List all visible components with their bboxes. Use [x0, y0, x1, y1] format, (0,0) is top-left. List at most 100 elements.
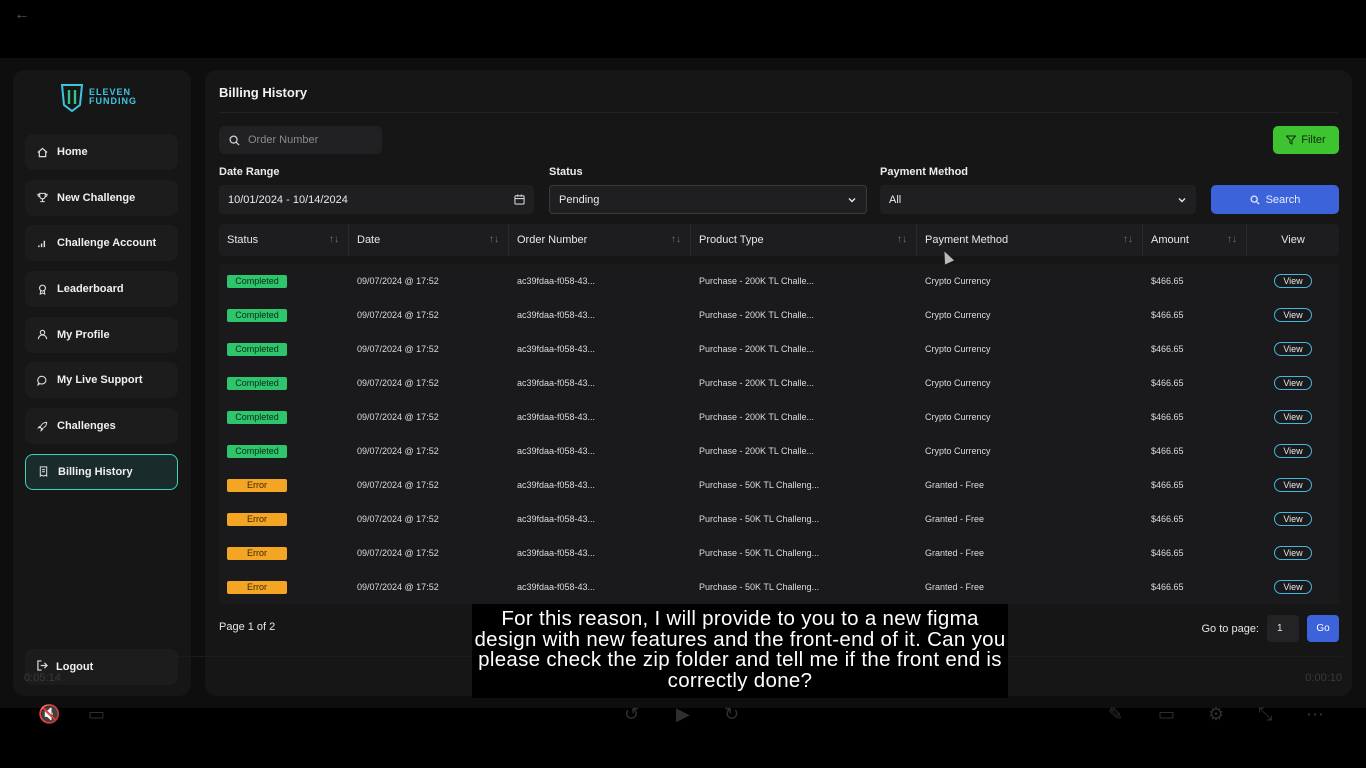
sort-icon[interactable]: ↑↓: [329, 234, 339, 245]
cell-payment-method: Crypto Currency: [925, 310, 991, 320]
status-select-value: Pending: [559, 193, 600, 206]
captions-icon[interactable]: ▭: [88, 704, 105, 725]
status-badge: Error: [227, 580, 287, 594]
goto-page-label: Go to page:: [1201, 622, 1260, 635]
brand-logo[interactable]: ELEVEN FUNDING: [61, 82, 137, 112]
view-button[interactable]: View: [1274, 376, 1312, 390]
cell-amount: $466.65: [1151, 378, 1184, 388]
cell-amount: $466.65: [1151, 310, 1184, 320]
status-badge: Completed: [227, 342, 287, 356]
sidebar-item-leaderboard[interactable]: Leaderboard: [25, 271, 178, 308]
table-header: Status ↑↓ Date ↑↓ Order Number ↑↓ Product Type…: [219, 224, 1339, 256]
sidebar-item-home[interactable]: Home: [25, 134, 178, 170]
table-row: Completed 09/07/2024 @ 17:52 ac39fdaa-f058…: [219, 332, 1339, 366]
volume-mute-icon[interactable]: 🔇: [38, 704, 60, 725]
collapse-icon[interactable]: ⤡: [1258, 704, 1272, 725]
goto-page: Go to page: 1 Go: [1201, 615, 1339, 642]
column-header-view[interactable]: View: [1247, 224, 1339, 256]
status-badge: Completed: [227, 444, 287, 458]
cell-payment-method: Crypto Currency: [925, 276, 991, 286]
view-button[interactable]: View: [1274, 478, 1312, 492]
back-arrow-icon[interactable]: ←: [14, 6, 30, 24]
goto-page-input[interactable]: 1: [1267, 615, 1299, 642]
cell-payment-method: Granted - Free: [925, 582, 985, 592]
column-header-label: Product Type: [699, 234, 764, 246]
payment-method-select-value: All: [889, 193, 902, 206]
pen-icon[interactable]: ✎: [1108, 704, 1123, 725]
cell-payment-method: Granted - Free: [925, 548, 985, 558]
cell-product-type: Purchase - 200K TL Challe...: [699, 276, 815, 286]
column-header-date[interactable]: Date ↑↓: [349, 224, 509, 256]
billing-table: Status ↑↓ Date ↑↓ Order Number ↑↓ Product Type…: [219, 224, 1339, 604]
cell-amount: $466.65: [1151, 276, 1184, 286]
sort-icon[interactable]: ↑↓: [897, 234, 907, 245]
play-icon[interactable]: ▶: [676, 704, 690, 725]
cell-product-type: Purchase - 200K TL Challe...: [699, 378, 815, 388]
cell-date: 09/07/2024 @ 17:52: [357, 310, 439, 320]
sort-icon[interactable]: ↑↓: [1123, 234, 1133, 245]
status-select[interactable]: Pending: [549, 185, 867, 214]
sidebar-item-my-live-support[interactable]: My Live Support: [25, 362, 178, 399]
sort-icon[interactable]: ↑↓: [489, 234, 499, 245]
column-header-amount[interactable]: Amount ↑↓: [1143, 224, 1247, 256]
column-header-status[interactable]: Status ↑↓: [219, 224, 349, 256]
sort-icon[interactable]: ↑↓: [671, 234, 681, 245]
cell-view: View: [1247, 366, 1339, 400]
status-badge: Error: [227, 512, 287, 526]
cell-date: 09/07/2024 @ 17:52: [357, 446, 439, 456]
sort-icon[interactable]: ↑↓: [1227, 234, 1237, 245]
cell-view: View: [1247, 502, 1339, 536]
logo-line-2: FUNDING: [89, 96, 137, 106]
rewind-icon[interactable]: ↺: [624, 704, 639, 725]
filter-label: Filter: [1301, 134, 1326, 146]
cell-payment-method: Crypto Currency: [925, 378, 991, 388]
sidebar-item-new-challenge[interactable]: New Challenge: [25, 179, 178, 216]
cell-view: View: [1247, 400, 1339, 434]
column-header-label: Order Number: [517, 234, 588, 246]
cell-date: 09/07/2024 @ 17:52: [357, 276, 439, 286]
sidebar-item-billing-history[interactable]: Billing History: [25, 453, 178, 490]
column-header-payment-method[interactable]: Payment Method ↑↓: [917, 224, 1143, 256]
sidebar-item-challenges[interactable]: Challenges: [25, 408, 178, 445]
forward-icon[interactable]: ↻: [724, 704, 739, 725]
date-range-picker[interactable]: 10/01/2024 - 10/14/2024: [219, 185, 534, 214]
cell-product-type: Purchase - 200K TL Challe...: [699, 344, 815, 354]
go-button[interactable]: Go: [1307, 615, 1339, 642]
table-row: Error 09/07/2024 @ 17:52 ac39fdaa-f058-43.…: [219, 502, 1339, 536]
column-header-label: Status: [227, 234, 259, 246]
medal-icon: [37, 284, 48, 295]
view-button[interactable]: View: [1274, 444, 1312, 458]
sidebar-item-label: My Live Support: [57, 374, 143, 387]
view-button[interactable]: View: [1274, 308, 1312, 322]
view-button[interactable]: View: [1274, 342, 1312, 356]
sidebar-item-my-profile[interactable]: My Profile: [25, 316, 178, 353]
cell-view: View: [1247, 434, 1339, 468]
view-button[interactable]: View: [1274, 546, 1312, 560]
logo-wordmark: ELEVEN FUNDING: [89, 88, 137, 106]
rocket-icon: [37, 421, 48, 432]
order-number-input[interactable]: [248, 134, 368, 146]
table-row: Error 09/07/2024 @ 17:52 ac39fdaa-f058-43.…: [219, 570, 1339, 604]
screen-icon[interactable]: ▭: [1158, 704, 1175, 725]
cell-order-number: ac39fdaa-f058-43...: [517, 378, 596, 388]
cell-date: 09/07/2024 @ 17:52: [357, 548, 439, 558]
more-icon[interactable]: ⋯: [1306, 704, 1324, 725]
page-title: Billing History: [219, 85, 308, 100]
search-button[interactable]: Search: [1211, 185, 1339, 214]
screen: ← ELEVEN FUNDING Home New Challenge Challe…: [0, 0, 1366, 768]
sidebar-item-label: Challenge Account: [57, 237, 157, 250]
cell-order-number: ac39fdaa-f058-43...: [517, 344, 596, 354]
cell-payment-method: Crypto Currency: [925, 446, 991, 456]
view-button[interactable]: View: [1274, 410, 1312, 424]
calendar-icon[interactable]: [514, 194, 525, 205]
filter-button[interactable]: Filter: [1273, 126, 1339, 154]
payment-method-select[interactable]: All: [880, 185, 1196, 214]
settings-icon[interactable]: ⚙: [1208, 704, 1224, 725]
view-button[interactable]: View: [1274, 512, 1312, 526]
order-search-box[interactable]: [219, 126, 382, 154]
view-button[interactable]: View: [1274, 274, 1312, 288]
sidebar-item-challenge-account[interactable]: Challenge Account: [25, 225, 178, 262]
view-button[interactable]: View: [1274, 580, 1312, 594]
column-header-order-number[interactable]: Order Number ↑↓: [509, 224, 691, 256]
column-header-product-type[interactable]: Product Type ↑↓: [691, 224, 917, 256]
